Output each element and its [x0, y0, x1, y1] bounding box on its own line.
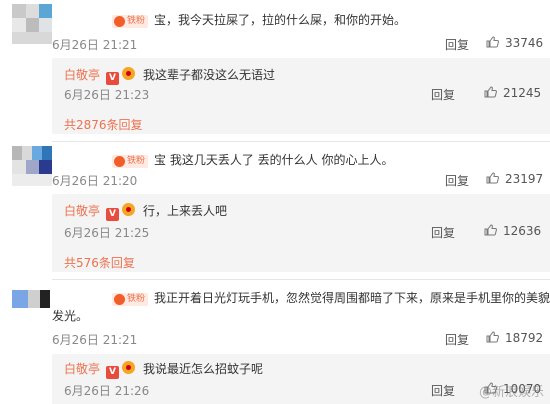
- comment-text: 铁粉 宝，我今天拉屎了，拉的什么屎，和你的开始。: [112, 12, 406, 28]
- reply-button[interactable]: 回复: [445, 331, 469, 348]
- reply-time: 6月26日 21:23: [64, 88, 150, 102]
- reply-username[interactable]: 白敬亭: [64, 362, 100, 376]
- reply-box: 白敬亭 V 我说最近怎么招蚊子呢 6月26日 21:26 回复 10070: [52, 354, 550, 404]
- thumbs-up-icon: [486, 331, 499, 343]
- reply-like-count: 12636: [503, 224, 542, 238]
- reply-like-count: 21245: [503, 86, 542, 100]
- more-replies-link[interactable]: 共576条回复: [64, 254, 135, 271]
- comment-1: 铁粉 宝，我今天拉屎了，拉的什么屎，和你的开始。 6月26日 21:21 回复 3…: [0, 0, 550, 136]
- watermark: @新浪娱乐: [478, 385, 544, 400]
- reply-content: 白敬亭 V 行，上来丢人吧: [64, 203, 228, 221]
- reply-like-button[interactable]: 21245: [484, 86, 541, 100]
- fan-badge: 铁粉: [112, 293, 149, 306]
- comment-time: 6月26日 21:21: [52, 333, 138, 347]
- reply-like-button[interactable]: 12636: [484, 224, 541, 238]
- comment-time: 6月26日 21:20: [52, 174, 138, 188]
- reply-time: 6月26日 21:26: [64, 384, 150, 398]
- crown-icon: [122, 203, 136, 216]
- avatar[interactable]: [12, 290, 50, 314]
- crown-icon: [122, 67, 136, 80]
- avatar[interactable]: [12, 146, 52, 186]
- comment-time: 6月26日 21:21: [52, 38, 138, 52]
- comment-text: 铁粉宝 我这几天丢人了 丢的什么人 你的心上人。: [112, 152, 393, 168]
- more-replies-link[interactable]: 共2876条回复: [64, 116, 143, 133]
- thumbs-up-icon: [486, 36, 499, 48]
- reply-content: 白敬亭 V 我说最近怎么招蚊子呢: [64, 361, 264, 379]
- like-button[interactable]: 18792: [486, 331, 543, 345]
- thumbs-up-icon: [484, 224, 497, 236]
- like-count: 23197: [505, 172, 544, 186]
- verified-icon: V: [106, 208, 120, 221]
- reply-username[interactable]: 白敬亭: [64, 68, 100, 82]
- reply-reply-button[interactable]: 回复: [431, 224, 455, 241]
- reply-box: 白敬亭 V 行，上来丢人吧 6月26日 21:25 回复 12636 共576条回复: [52, 194, 550, 272]
- reply-content: 白敬亭 V 我这辈子都没这么无语过: [64, 67, 276, 85]
- reply-reply-button[interactable]: 回复: [431, 382, 455, 399]
- comment-2: 铁粉宝 我这几天丢人了 丢的什么人 你的心上人。 6月26日 21:20 回复 …: [0, 142, 550, 276]
- reply-button[interactable]: 回复: [445, 172, 469, 189]
- thumbs-up-icon: [484, 86, 497, 98]
- avatar[interactable]: [12, 4, 52, 44]
- reply-button[interactable]: 回复: [445, 36, 469, 53]
- crown-icon: [122, 361, 136, 374]
- comment-3: 铁粉 我正开着日光灯玩手机，忽然觉得周围都暗了下来，原来是手机里你的美貌在 发光。…: [0, 280, 550, 404]
- reply-username[interactable]: 白敬亭: [64, 204, 100, 218]
- like-button[interactable]: 23197: [486, 172, 543, 186]
- like-count: 33746: [505, 36, 544, 50]
- thumbs-up-icon: [486, 172, 499, 184]
- like-count: 18792: [505, 331, 544, 345]
- reply-box: 白敬亭 V 我这辈子都没这么无语过 6月26日 21:23 回复 21245 共28…: [52, 58, 550, 134]
- verified-icon: V: [106, 366, 120, 379]
- verified-icon: V: [106, 72, 120, 85]
- reply-reply-button[interactable]: 回复: [431, 86, 455, 103]
- reply-time: 6月26日 21:25: [64, 226, 150, 240]
- like-button[interactable]: 33746: [486, 36, 543, 50]
- fan-badge: 铁粉: [112, 155, 149, 168]
- comment-text-continued: 发光。: [52, 309, 89, 323]
- fan-badge: 铁粉: [112, 15, 149, 28]
- comment-text: 铁粉 我正开着日光灯玩手机，忽然觉得周围都暗了下来，原来是手机里你的美貌在: [112, 290, 550, 306]
